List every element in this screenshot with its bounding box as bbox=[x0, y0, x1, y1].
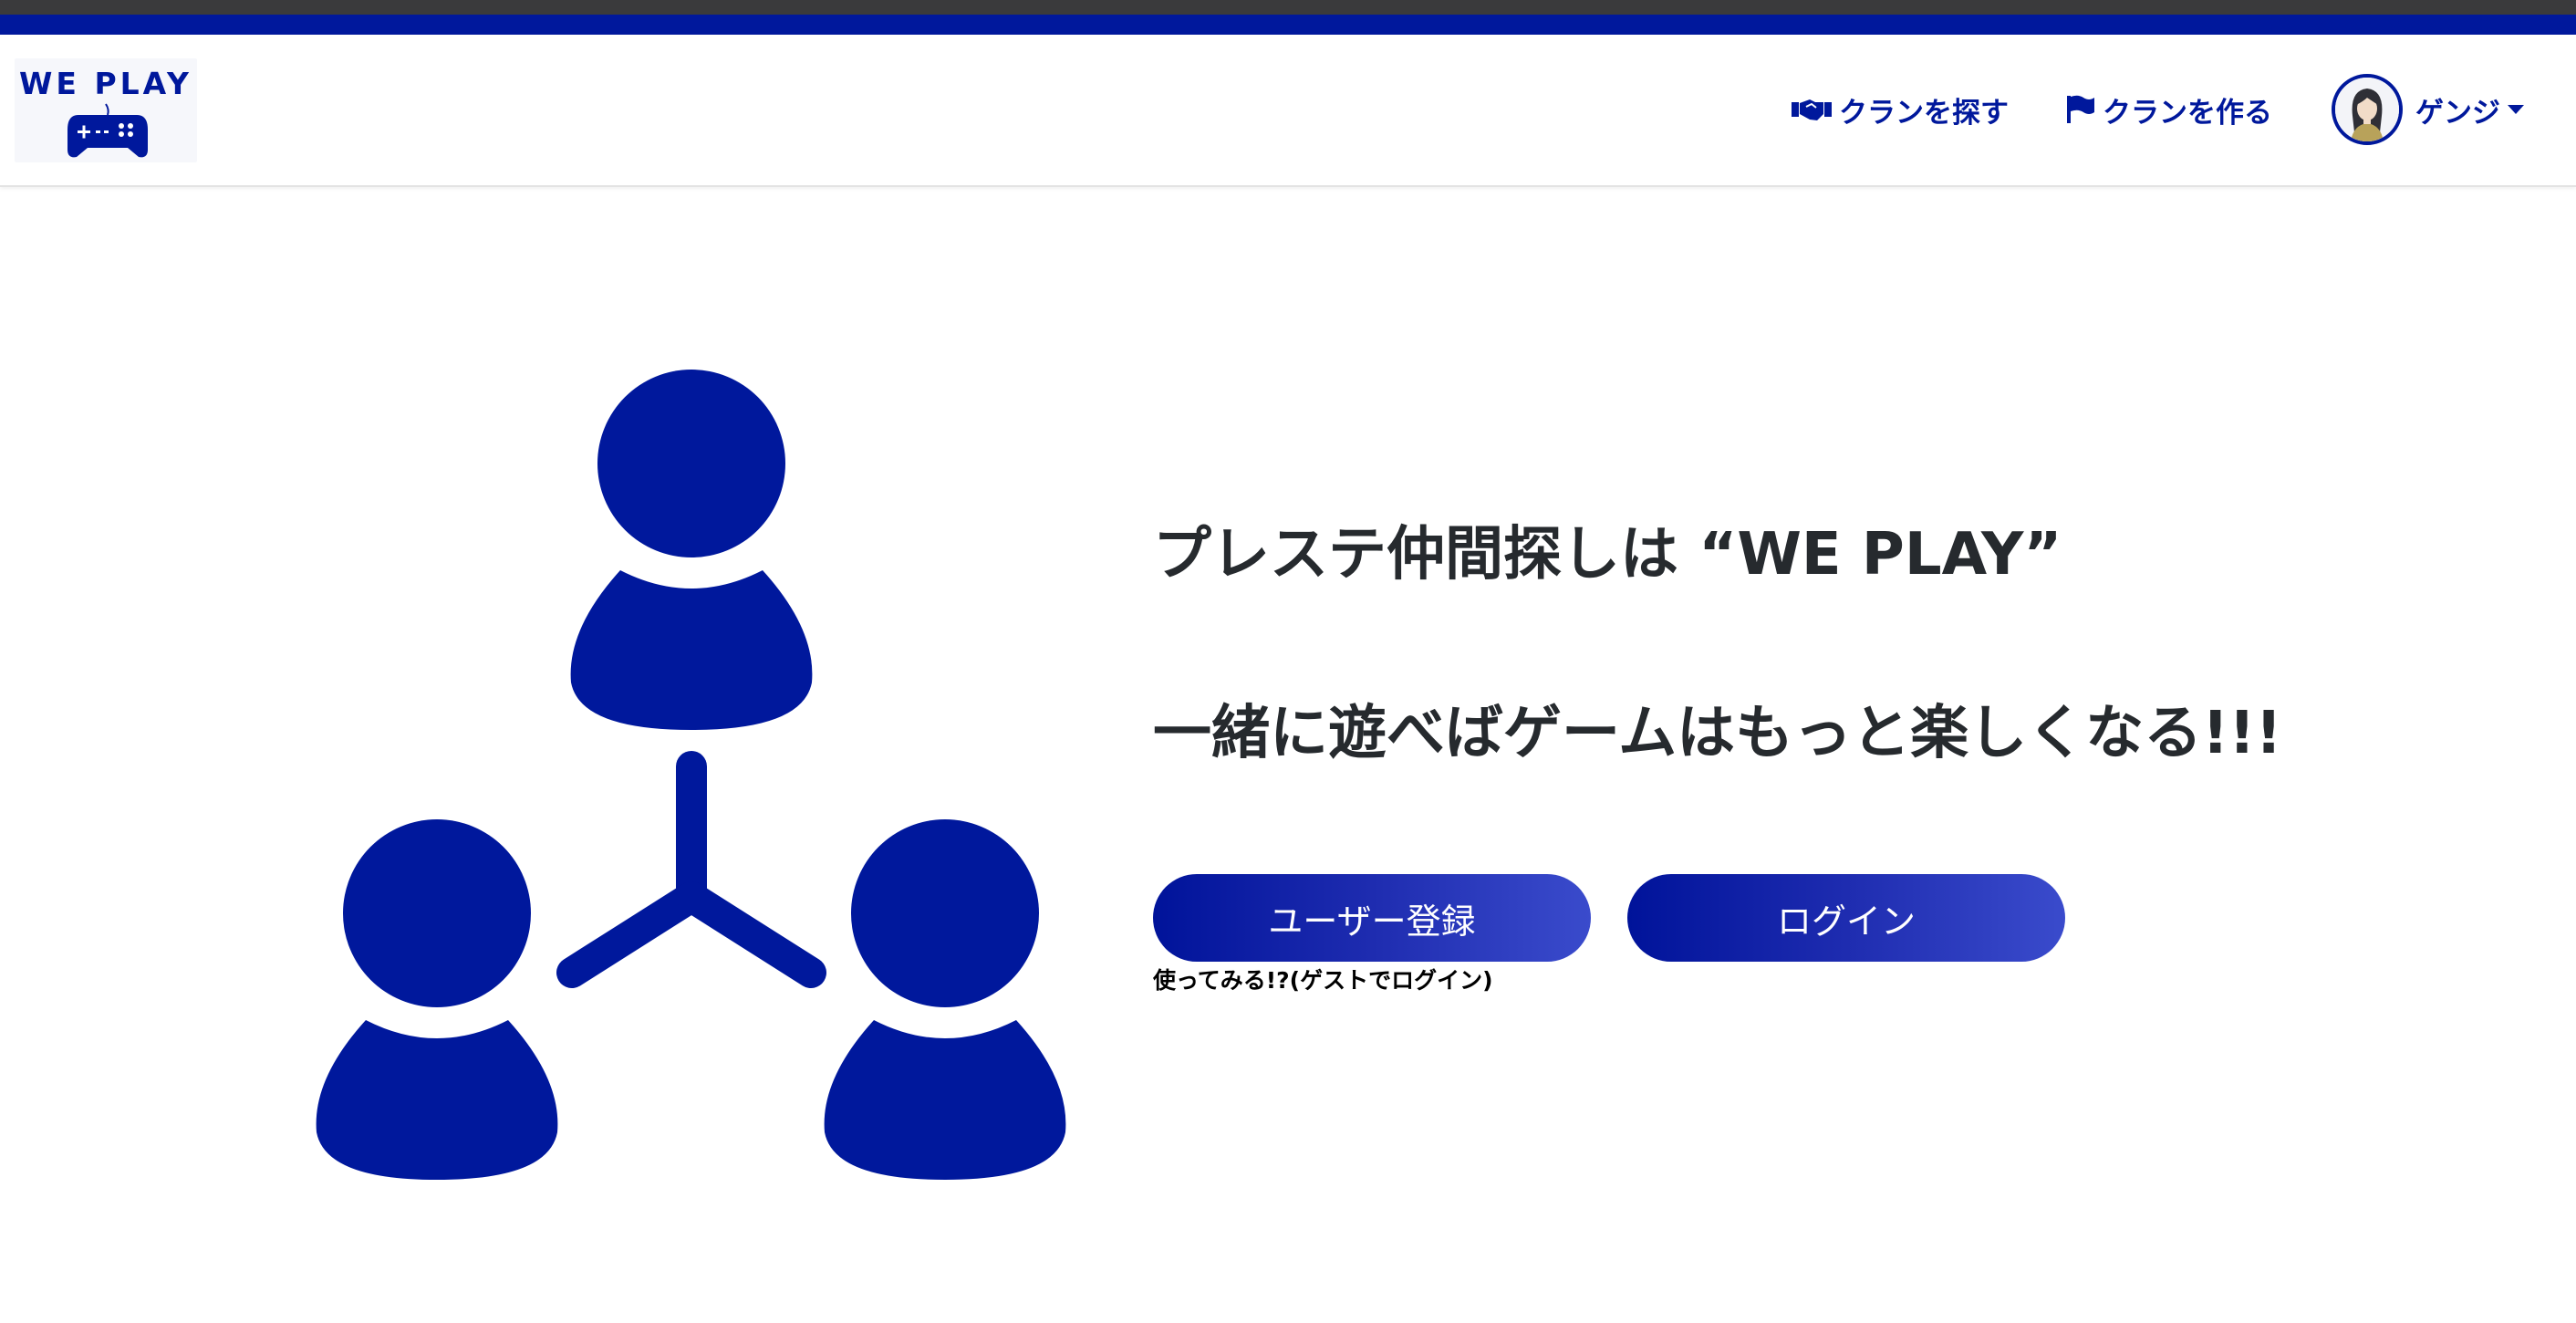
nav-create-clan[interactable]: クランを作る bbox=[2064, 89, 2272, 130]
handshake-icon bbox=[1792, 99, 1832, 120]
gamepad-icon bbox=[68, 103, 148, 158]
hero-subheadline: 一緒に遊べばゲームはもっと楽しくなる!!! bbox=[1153, 700, 2282, 767]
user-name: ゲンジ bbox=[2415, 96, 2500, 130]
user-menu-toggle[interactable]: ゲンジ bbox=[2415, 89, 2524, 130]
os-window-bar bbox=[0, 0, 2576, 15]
logo[interactable]: WE PLAY bbox=[15, 58, 197, 162]
avatar-portrait-icon bbox=[2335, 78, 2399, 141]
login-button[interactable]: ログイン bbox=[1627, 874, 2065, 962]
caret-down-icon bbox=[2508, 105, 2524, 114]
navbar: WE PLAY クランを探す クランを作る ゲンジ bbox=[0, 35, 2576, 187]
logo-text: WE PLAY bbox=[19, 66, 192, 101]
register-button[interactable]: ユーザー登録 bbox=[1153, 874, 1591, 962]
flag-icon bbox=[2067, 95, 2094, 123]
user-avatar[interactable] bbox=[2332, 74, 2403, 145]
nav-find-clan-label: クランを探す bbox=[1839, 96, 2009, 130]
people-network-icon bbox=[316, 370, 1066, 1180]
top-accent-bar bbox=[0, 15, 2576, 35]
nav-find-clan[interactable]: クランを探す bbox=[1792, 89, 2009, 130]
hero-headline: プレステ仲間探しは “WE PLAY” bbox=[1153, 521, 2062, 589]
guest-login-link[interactable]: 使ってみる!?(ゲストでログイン) bbox=[1153, 963, 1493, 995]
nav-create-clan-label: クランを作る bbox=[2103, 96, 2272, 130]
